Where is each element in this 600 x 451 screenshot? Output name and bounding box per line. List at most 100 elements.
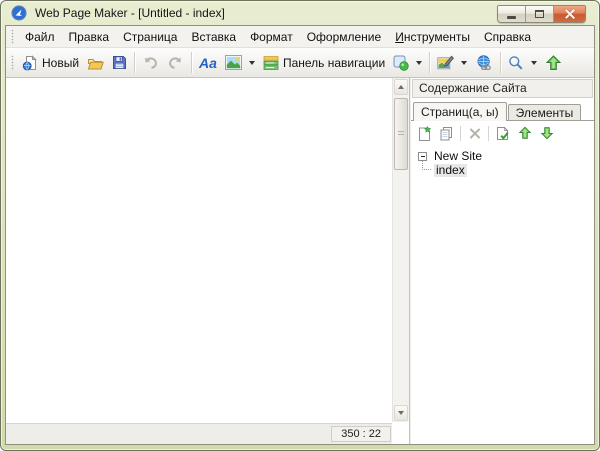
cursor-coordinates: 350 : 22	[331, 426, 391, 442]
window-controls	[497, 5, 586, 23]
toolbar-separator	[134, 52, 136, 73]
delete-page-button[interactable]	[466, 125, 483, 142]
globe-link-icon	[475, 54, 493, 71]
panel-header: Содержание Сайта	[412, 79, 593, 98]
font-icon: Aa	[199, 54, 217, 71]
insert-form-button[interactable]	[389, 50, 426, 75]
scrollbar-thumb[interactable]	[394, 98, 408, 170]
close-button[interactable]	[554, 6, 585, 22]
status-bar: 350 : 22	[6, 423, 392, 444]
move-down-icon	[540, 127, 553, 140]
copy-page-button[interactable]	[438, 125, 455, 142]
maximize-icon	[535, 10, 544, 18]
scrollbar-track[interactable]	[393, 96, 409, 404]
panel-tabs: Страниц(а, ы) Элементы	[411, 100, 594, 121]
scroll-down-button[interactable]	[394, 405, 408, 421]
scrollbar-column	[392, 78, 409, 444]
redo-button[interactable]	[163, 50, 188, 75]
preview-magnifier-icon	[508, 55, 524, 71]
new-page-label: Новый	[42, 55, 80, 70]
delete-icon	[469, 128, 480, 139]
toolbar-separator	[191, 52, 193, 73]
scroll-up-button[interactable]	[394, 79, 408, 95]
open-button[interactable]	[83, 50, 108, 75]
publish-link-button[interactable]	[471, 50, 497, 75]
new-page-icon	[22, 54, 38, 71]
move-up-icon	[518, 126, 531, 139]
menu-format[interactable]: Формат	[243, 28, 300, 46]
title-bar: Web Page Maker - [Untitled - index]	[5, 1, 595, 24]
canvas-column: 350 : 22	[6, 78, 392, 444]
main-toolbar: Новый Aa Панель навигации	[6, 48, 594, 78]
menubar-gripper[interactable]	[11, 28, 14, 45]
nav-panel-button[interactable]: Панель навигации	[259, 50, 389, 75]
undo-icon	[142, 55, 159, 71]
maximize-button[interactable]	[526, 6, 554, 22]
site-tree: New Site index	[411, 144, 594, 444]
toolbar-gripper[interactable]	[11, 54, 14, 71]
save-button[interactable]	[108, 50, 131, 75]
tab-elements[interactable]: Элементы	[507, 104, 582, 120]
close-icon	[565, 9, 575, 19]
panel-toolbar-separator	[488, 125, 489, 141]
publish-button[interactable]	[541, 50, 566, 75]
design-canvas[interactable]	[6, 78, 392, 423]
open-folder-icon	[87, 55, 104, 71]
new-page-button[interactable]: Новый	[18, 50, 83, 75]
menu-tools[interactable]: Инструменты	[388, 28, 477, 46]
panel-toolbar-separator	[460, 125, 461, 141]
pages-toolbar	[411, 121, 594, 144]
page-properties-button[interactable]	[494, 125, 511, 142]
toolbar-separator	[500, 52, 502, 73]
main-area: 350 : 22 Содержание Сайта Страниц(а, ы) …	[6, 78, 594, 444]
image-icon	[224, 55, 242, 70]
add-page-button[interactable]	[416, 125, 433, 142]
move-page-down-button[interactable]	[538, 125, 555, 142]
scroll-up-icon	[398, 85, 404, 89]
menu-file[interactable]: Файл	[18, 28, 62, 46]
menu-edit[interactable]: Правка	[62, 28, 117, 46]
tree-root-label[interactable]: New Site	[432, 149, 484, 163]
scrollbar-stub	[392, 422, 409, 444]
page-properties-icon	[497, 126, 509, 140]
minimize-icon	[507, 15, 516, 19]
menu-help[interactable]: Справка	[477, 28, 538, 46]
menu-arrange[interactable]: Оформление	[300, 28, 388, 46]
insert-image-button[interactable]	[221, 50, 259, 75]
redo-icon	[167, 55, 184, 71]
canvas-vertical-scrollbar[interactable]	[392, 78, 409, 422]
tree-child-label[interactable]: index	[434, 163, 467, 177]
preview-dropdown-caret[interactable]	[531, 60, 538, 65]
insert-form-dropdown-caret[interactable]	[416, 60, 423, 65]
font-button[interactable]: Aa	[195, 50, 221, 75]
nav-panel-icon	[263, 55, 279, 71]
image-dropdown-caret[interactable]	[248, 60, 255, 65]
app-logo-icon	[11, 5, 27, 21]
style-button[interactable]	[433, 50, 471, 75]
style-picker-icon	[437, 55, 455, 71]
copy-page-icon	[440, 126, 452, 140]
menu-page[interactable]: Страница	[116, 28, 184, 46]
menu-bar: Файл Правка Страница Вставка Формат Офор…	[6, 26, 594, 48]
window-title: Web Page Maker - [Untitled - index]	[35, 5, 225, 20]
move-page-up-button[interactable]	[516, 125, 533, 142]
insert-button-icon	[393, 55, 409, 71]
app-window: Web Page Maker - [Untitled - index] Файл…	[0, 0, 600, 451]
preview-button[interactable]	[504, 50, 541, 75]
client-area: Файл Правка Страница Вставка Формат Офор…	[5, 25, 595, 445]
nav-panel-label: Панель навигации	[282, 55, 386, 70]
style-dropdown-caret[interactable]	[461, 60, 468, 65]
tree-root-row[interactable]: New Site	[415, 149, 592, 163]
toolbar-separator	[429, 52, 431, 73]
minimize-button[interactable]	[498, 6, 526, 22]
scroll-down-icon	[398, 411, 404, 415]
save-icon	[112, 55, 127, 70]
tab-pages[interactable]: Страниц(а, ы)	[413, 102, 507, 121]
tree-child-row[interactable]: index	[415, 157, 592, 177]
collapse-icon[interactable]	[418, 151, 427, 161]
publish-up-arrow-icon	[545, 54, 562, 71]
site-contents-panel: Содержание Сайта Страниц(а, ы) Элементы	[411, 78, 594, 444]
menu-insert[interactable]: Вставка	[184, 28, 243, 46]
add-page-icon	[419, 125, 432, 141]
undo-button[interactable]	[138, 50, 163, 75]
